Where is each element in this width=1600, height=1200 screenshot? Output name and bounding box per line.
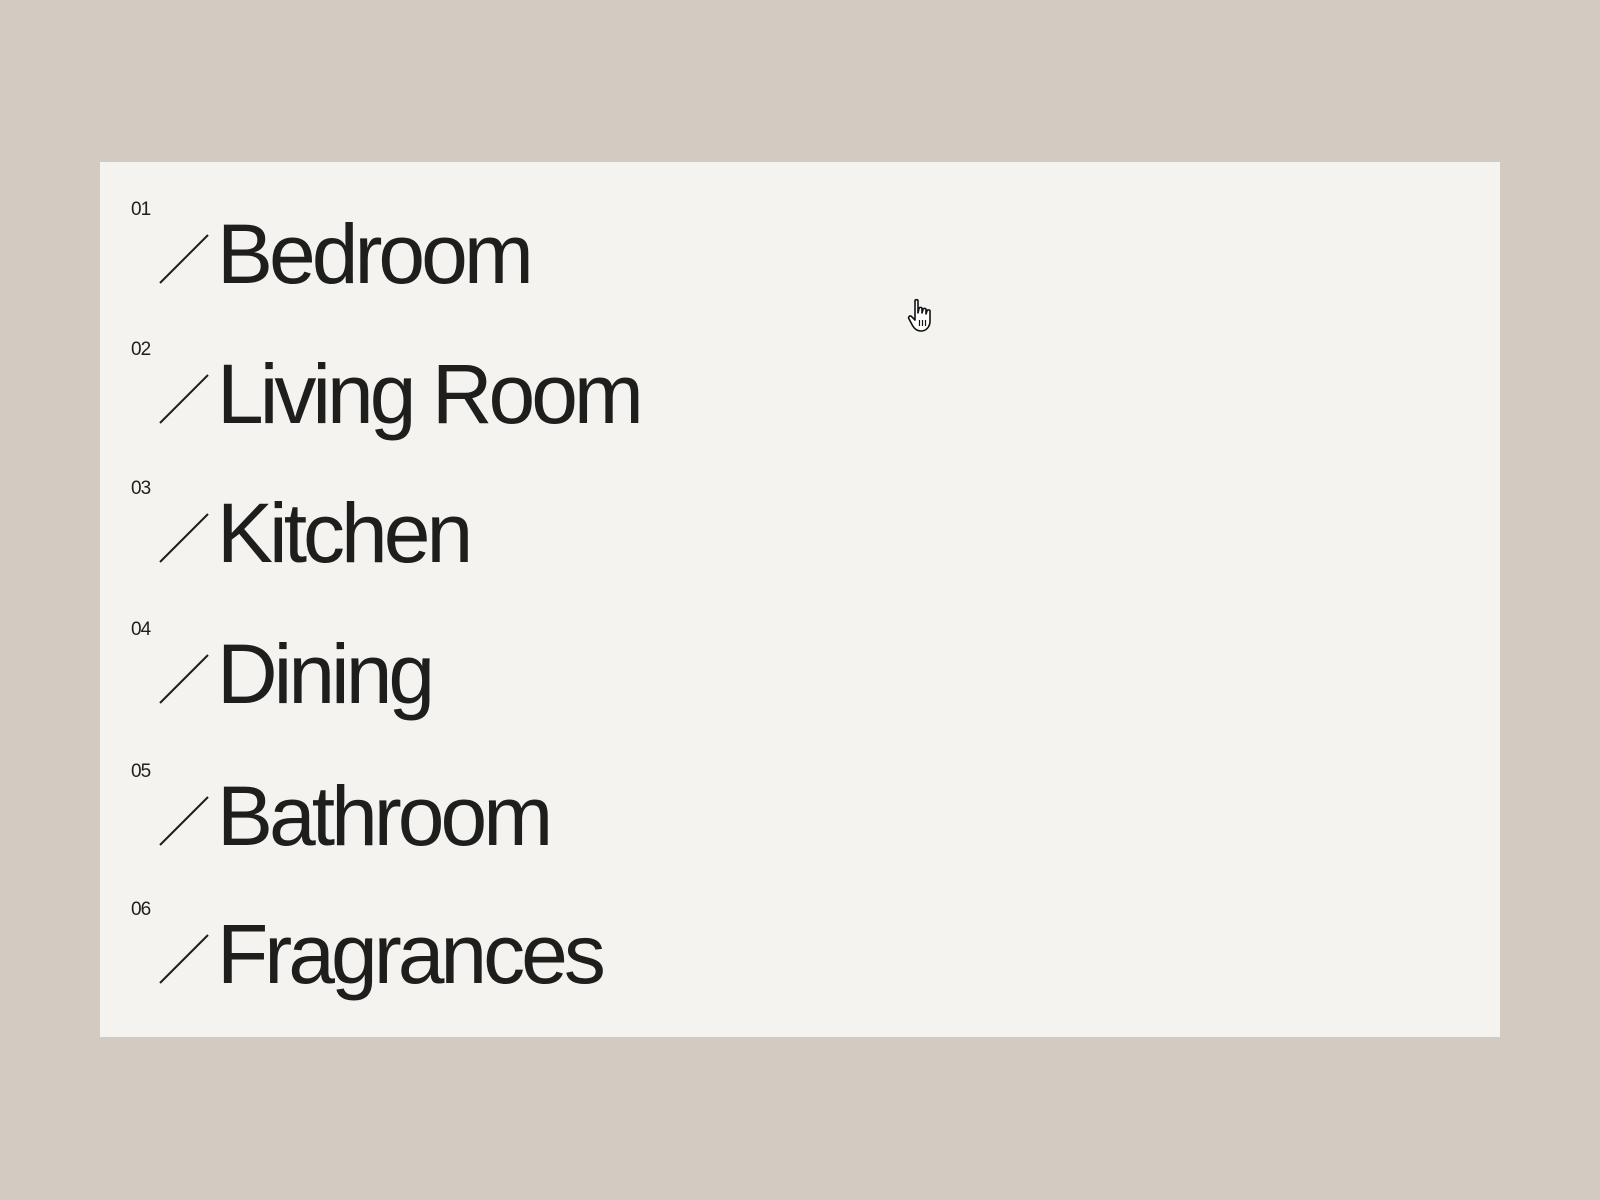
menu-item-bedroom[interactable]: 01 Bedroom <box>100 178 860 296</box>
menu-item-living-room[interactable]: 02 Living Room <box>100 318 860 436</box>
slash-icon <box>159 796 209 846</box>
menu-item-dining[interactable]: 04 Dining <box>100 598 860 716</box>
slash-icon <box>159 374 209 424</box>
menu-item-label: Living Room <box>217 347 644 441</box>
menu-item-number: 02 <box>131 339 151 360</box>
menu-item-bathroom[interactable]: 05 Bathroom <box>100 740 860 858</box>
menu-item-number: 01 <box>131 199 151 220</box>
menu-item-number: 04 <box>131 619 151 640</box>
menu-item-number: 03 <box>131 478 151 499</box>
menu-item-number: 06 <box>131 899 151 920</box>
menu-item-label: Bedroom <box>217 207 534 301</box>
slash-icon <box>159 934 209 984</box>
menu-item-label: Dining <box>217 627 435 721</box>
menu-item-label: Bathroom <box>217 769 553 863</box>
menu-item-number: 05 <box>131 761 151 782</box>
slash-icon <box>159 513 209 563</box>
category-menu-panel: 01 Bedroom 02 Living Room 03 Kitchen 04 … <box>100 162 1500 1037</box>
slash-icon <box>159 234 209 284</box>
menu-item-label: Fragrances <box>217 907 606 1001</box>
slash-icon <box>159 654 209 704</box>
menu-item-label: Kitchen <box>217 486 473 580</box>
menu-item-fragrances[interactable]: 06 Fragrances <box>100 878 860 996</box>
menu-item-kitchen[interactable]: 03 Kitchen <box>100 457 860 575</box>
